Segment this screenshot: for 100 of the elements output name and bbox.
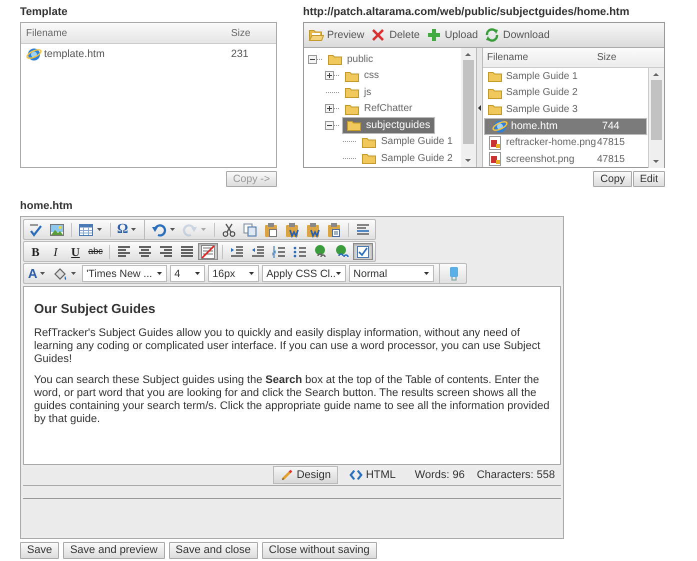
table-icon xyxy=(78,222,94,238)
file-name: screenshot.png xyxy=(506,154,574,165)
design-tab[interactable]: Design xyxy=(272,466,338,484)
caret-icon xyxy=(157,272,162,275)
align-right-icon xyxy=(158,244,174,260)
editor-title: home.htm xyxy=(20,199,74,214)
dropdown[interactable]: 'Times New ... xyxy=(82,265,168,282)
dropdown[interactable]: Normal xyxy=(349,265,434,282)
toolbar-button[interactable]: Delete xyxy=(370,27,420,43)
tree-node[interactable]: css xyxy=(341,66,382,85)
file-size: 231 xyxy=(231,48,250,60)
close-button[interactable]: Close without saving xyxy=(262,542,377,559)
file-name: home.htm xyxy=(511,120,558,132)
toolbar-button[interactable] xyxy=(353,243,373,260)
caret-icon xyxy=(40,272,46,275)
file-size: 47815 xyxy=(597,137,626,148)
file-name: template.htm xyxy=(44,48,105,60)
align-center-icon xyxy=(137,244,153,260)
code-icon xyxy=(348,468,363,482)
dropdown[interactable]: 4 xyxy=(170,265,206,282)
expand-toggle[interactable] xyxy=(325,104,334,114)
clipboard-icon xyxy=(263,222,280,238)
redo-icon xyxy=(182,222,198,238)
align-left-icon xyxy=(116,244,132,260)
undo-icon xyxy=(151,222,168,238)
numbered-list-icon xyxy=(271,244,287,260)
indent-icon xyxy=(229,244,245,260)
save-close-button[interactable]: Save and close xyxy=(168,542,258,559)
file-row[interactable]: Sample Guide 2 xyxy=(483,84,648,101)
toolbar-button[interactable]: Preview xyxy=(308,27,364,43)
collapse-toggle[interactable] xyxy=(308,54,317,64)
caret-icon xyxy=(131,228,136,231)
editor-content[interactable] xyxy=(23,286,561,465)
toolbar-button[interactable]: abc xyxy=(86,243,105,260)
caret-icon xyxy=(97,228,102,231)
web-file-icon xyxy=(492,118,508,134)
toolbar-button[interactable]: Upload xyxy=(426,27,478,43)
copy-button[interactable]: Copy xyxy=(593,171,632,187)
column-header: Filename xyxy=(486,52,530,63)
tree-node[interactable]: subjectguides xyxy=(342,116,436,134)
tree-node[interactable]: RefChatter xyxy=(341,100,416,118)
file-row[interactable]: reftracker-home.png47815 xyxy=(483,134,648,151)
image-file-icon xyxy=(487,134,503,151)
dropdown[interactable]: Apply CSS Cl.. xyxy=(262,265,346,282)
scrollbar[interactable] xyxy=(648,68,664,168)
save-preview-button[interactable]: Save and preview xyxy=(63,542,165,559)
caret-icon xyxy=(249,272,254,275)
caret-icon xyxy=(336,272,342,275)
caret-icon xyxy=(424,272,430,275)
save-button[interactable]: Save xyxy=(20,542,60,559)
tree-node[interactable]: Sample Guide 1 xyxy=(358,132,456,151)
checkbox-icon xyxy=(355,244,371,260)
tree-node[interactable]: Sample Guide 2 xyxy=(358,149,456,168)
file-row[interactable]: Sample Guide 1 xyxy=(483,68,648,84)
column-header: Size xyxy=(597,52,618,63)
file-size: 744 xyxy=(602,120,621,132)
crossed-lines-icon xyxy=(200,244,216,260)
splitter-handle[interactable] xyxy=(477,48,483,167)
file-name: Sample Guide 2 xyxy=(506,87,578,98)
toolbar-button[interactable]: A xyxy=(26,265,50,282)
file-row[interactable]: Sample Guide 3 xyxy=(483,101,648,118)
expand-toggle[interactable] xyxy=(325,71,334,80)
toolbar-button[interactable]: B xyxy=(26,243,45,260)
toolbar-button[interactable]: U xyxy=(66,243,85,260)
lines-icon xyxy=(355,222,372,238)
folder-icon xyxy=(308,27,324,43)
column-header: Filename xyxy=(25,28,68,38)
image-icon xyxy=(49,222,65,238)
caret-icon xyxy=(71,272,76,275)
caret-icon xyxy=(201,228,206,231)
bullet-list-icon xyxy=(292,244,308,260)
pencil-icon xyxy=(280,468,294,482)
spellcheck-icon xyxy=(28,222,44,238)
refresh-icon xyxy=(484,27,500,43)
plus-icon xyxy=(426,27,442,43)
collapse-toggle[interactable] xyxy=(325,120,334,130)
caret-icon xyxy=(170,228,176,231)
content-heading: Our Subject Guides xyxy=(34,301,156,316)
caret-icon xyxy=(195,272,200,275)
html-tab[interactable]: HTML xyxy=(342,466,403,484)
toolbar-button[interactable]: Download xyxy=(484,27,550,43)
file-name: Sample Guide 3 xyxy=(506,104,578,115)
paint-bucket-icon xyxy=(52,266,68,282)
character-count: Characters: 558 xyxy=(476,469,555,481)
column-header: Size xyxy=(231,28,252,38)
file-name: reftracker-home.png xyxy=(506,137,596,148)
paragraph: You can search these Subject guides using the Search box at the top of the Table of contents. Enter the word, or part word that you are looking for and click the Search button. The results screen shows all the guides containing your search term/s. Click the appropriate guide name to see all the information provided by that guide. xyxy=(34,374,550,426)
file-row[interactable]: home.htm 744 xyxy=(484,118,647,134)
scrollbar[interactable] xyxy=(461,48,476,167)
file-row[interactable]: screenshot.png 47815 xyxy=(483,151,648,168)
toolbar-button[interactable]: I xyxy=(46,243,65,260)
dropdown[interactable]: 16px xyxy=(208,265,260,282)
file-path: http://patch.altarama.com/web/public/subjectguides/home.htm xyxy=(303,5,630,20)
panel-title: Template xyxy=(20,5,68,20)
tree-node[interactable]: public xyxy=(324,50,376,68)
file-name: Sample Guide 1 xyxy=(506,70,578,82)
edit-button[interactable]: Edit xyxy=(632,171,665,187)
tree-node[interactable]: js xyxy=(341,83,374,102)
cross-icon xyxy=(370,27,386,43)
toolbar-button[interactable]: Ω xyxy=(115,221,140,238)
